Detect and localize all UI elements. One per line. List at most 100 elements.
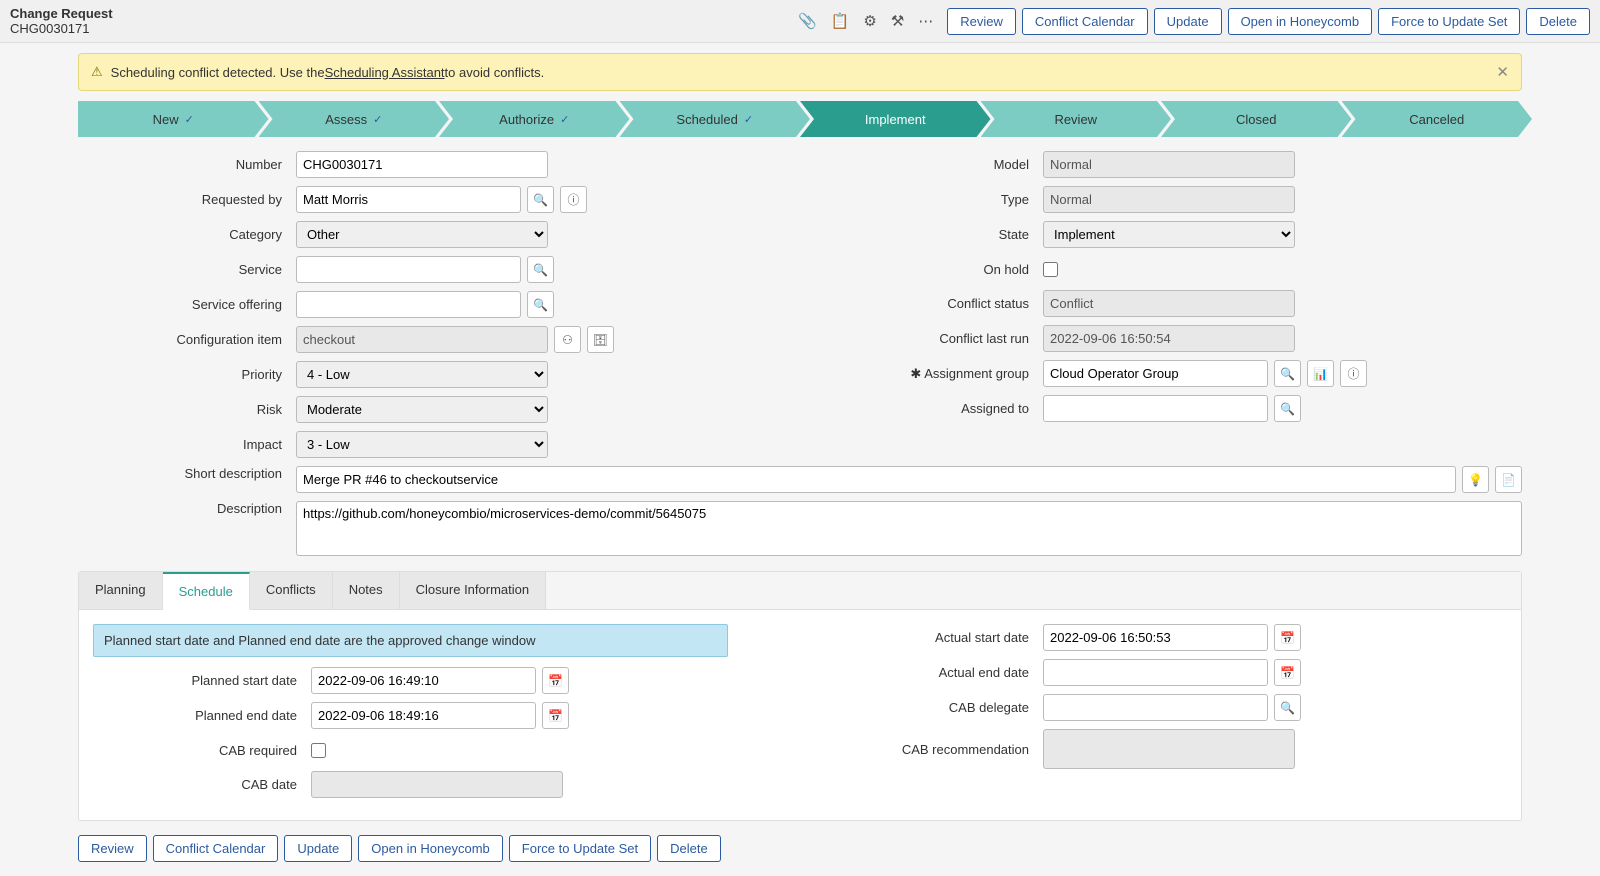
record-type: Change Request xyxy=(10,6,113,21)
type-label: Type xyxy=(825,192,1043,207)
calendar-icon[interactable]: 📅 xyxy=(1274,659,1301,686)
activity-icon[interactable]: 📋 xyxy=(831,12,850,30)
check-icon: ✓ xyxy=(560,113,569,126)
force-update-button[interactable]: Force to Update Set xyxy=(1378,8,1520,35)
page-header: Change Request CHG0030171 📎 📋 ⚙ ⚒ ⋯ Revi… xyxy=(0,0,1600,43)
requested-by-field[interactable] xyxy=(296,186,521,213)
service-label: Service xyxy=(78,262,296,277)
conflict-calendar-button[interactable]: Conflict Calendar xyxy=(1022,8,1148,35)
config-item-field[interactable] xyxy=(296,326,548,353)
impact-select[interactable]: 3 - Low xyxy=(296,431,548,458)
alert-text-after: to avoid conflicts. xyxy=(445,65,545,80)
close-icon[interactable]: ✕ xyxy=(1496,63,1509,81)
cab-delegate-field[interactable] xyxy=(1043,694,1268,721)
footer-review-button[interactable]: Review xyxy=(78,835,147,862)
info-icon[interactable]: ⓘ xyxy=(1340,360,1367,387)
tab-closure[interactable]: Closure Information xyxy=(400,572,546,609)
number-field[interactable] xyxy=(296,151,548,178)
planned-end-label: Planned end date xyxy=(93,708,311,723)
stage-review[interactable]: Review xyxy=(981,101,1172,137)
calendar-icon[interactable]: 📅 xyxy=(542,667,569,694)
footer-conflict-calendar-button[interactable]: Conflict Calendar xyxy=(153,835,279,862)
personalize-icon[interactable]: ⚙ xyxy=(863,12,876,30)
on-hold-checkbox[interactable] xyxy=(1043,262,1058,277)
priority-select[interactable]: 4 - Low xyxy=(296,361,548,388)
planned-start-label: Planned start date xyxy=(93,673,311,688)
model-label: Model xyxy=(825,157,1043,172)
stage-implement[interactable]: Implement xyxy=(800,101,991,137)
service-field[interactable] xyxy=(296,256,521,283)
conflict-status-label: Conflict status xyxy=(825,296,1043,311)
lookup-icon[interactable]: 🔍 xyxy=(1274,395,1301,422)
risk-select[interactable]: Moderate xyxy=(296,396,548,423)
risk-label: Risk xyxy=(78,402,296,417)
warning-icon: ⚠ xyxy=(91,64,103,80)
footer-update-button[interactable]: Update xyxy=(284,835,352,862)
description-field[interactable]: https://github.com/honeycombio/microserv… xyxy=(296,501,1522,556)
stage-new[interactable]: New✓ xyxy=(78,101,269,137)
number-label: Number xyxy=(78,157,296,172)
lookup-icon[interactable]: 🔍 xyxy=(1274,360,1301,387)
review-button[interactable]: Review xyxy=(947,8,1016,35)
alert-text-before: Scheduling conflict detected. Use the xyxy=(111,65,325,80)
footer-open-honeycomb-button[interactable]: Open in Honeycomb xyxy=(358,835,503,862)
tab-schedule[interactable]: Schedule xyxy=(163,572,250,610)
tab-notes[interactable]: Notes xyxy=(333,572,400,609)
stage-canceled[interactable]: Canceled xyxy=(1342,101,1533,137)
conflict-status-field xyxy=(1043,290,1295,317)
impact-label: Impact xyxy=(78,437,296,452)
stage-bar: New✓ Assess✓ Authorize✓ Scheduled✓ Imple… xyxy=(78,101,1522,137)
model-field xyxy=(1043,151,1295,178)
stage-scheduled[interactable]: Scheduled✓ xyxy=(620,101,811,137)
service-offering-field[interactable] xyxy=(296,291,521,318)
type-field xyxy=(1043,186,1295,213)
stage-assess[interactable]: Assess✓ xyxy=(259,101,450,137)
conflict-last-run-field xyxy=(1043,325,1295,352)
actual-start-label: Actual start date xyxy=(825,630,1043,645)
planned-start-field[interactable] xyxy=(311,667,536,694)
actual-start-field[interactable] xyxy=(1043,624,1268,651)
lookup-icon[interactable]: 🔍 xyxy=(527,256,554,283)
category-select[interactable]: Other xyxy=(296,221,548,248)
check-icon: ✓ xyxy=(185,113,194,126)
cab-required-checkbox[interactable] xyxy=(311,743,326,758)
footer-force-update-button[interactable]: Force to Update Set xyxy=(509,835,651,862)
record-number: CHG0030171 xyxy=(10,21,113,36)
assignment-group-label: ✱Assignment group xyxy=(825,366,1043,382)
chart-icon[interactable]: 📊 xyxy=(1307,360,1334,387)
stage-closed[interactable]: Closed xyxy=(1161,101,1352,137)
calendar-icon[interactable]: 📅 xyxy=(542,702,569,729)
actual-end-label: Actual end date xyxy=(825,665,1043,680)
lookup-icon[interactable]: 🔍 xyxy=(1274,694,1301,721)
open-honeycomb-button[interactable]: Open in Honeycomb xyxy=(1228,8,1373,35)
knowledge-icon[interactable]: 📄 xyxy=(1495,466,1522,493)
lookup-icon[interactable]: 🔍 xyxy=(527,186,554,213)
requested-by-label: Requested by xyxy=(78,192,296,207)
assigned-to-field[interactable] xyxy=(1043,395,1268,422)
state-label: State xyxy=(825,227,1043,242)
state-select[interactable]: Implement xyxy=(1043,221,1295,248)
tab-conflicts[interactable]: Conflicts xyxy=(250,572,333,609)
scheduling-assistant-link[interactable]: Scheduling Assistant xyxy=(325,65,445,80)
actual-end-field[interactable] xyxy=(1043,659,1268,686)
tree-icon[interactable]: ⚇ xyxy=(554,326,581,353)
more-icon[interactable]: ⋯ xyxy=(918,12,933,30)
cab-date-field xyxy=(311,771,563,798)
lookup-icon[interactable]: 🔍 xyxy=(527,291,554,318)
calendar-icon[interactable]: 📅 xyxy=(1274,624,1301,651)
short-desc-field[interactable] xyxy=(296,466,1456,493)
tab-planning[interactable]: Planning xyxy=(79,572,163,609)
attachment-icon[interactable]: 📎 xyxy=(798,12,817,30)
assignment-group-field[interactable] xyxy=(1043,360,1268,387)
db-icon[interactable]: 🗄 xyxy=(587,326,614,353)
settings-icon[interactable]: ⚒ xyxy=(891,12,904,30)
footer-delete-button[interactable]: Delete xyxy=(657,835,721,862)
delete-button[interactable]: Delete xyxy=(1526,8,1590,35)
info-icon[interactable]: ⓘ xyxy=(560,186,587,213)
suggest-icon[interactable]: 💡 xyxy=(1462,466,1489,493)
update-button[interactable]: Update xyxy=(1154,8,1222,35)
stage-authorize[interactable]: Authorize✓ xyxy=(439,101,630,137)
planned-end-field[interactable] xyxy=(311,702,536,729)
short-desc-label: Short description xyxy=(78,466,296,481)
cab-date-label: CAB date xyxy=(93,777,311,792)
